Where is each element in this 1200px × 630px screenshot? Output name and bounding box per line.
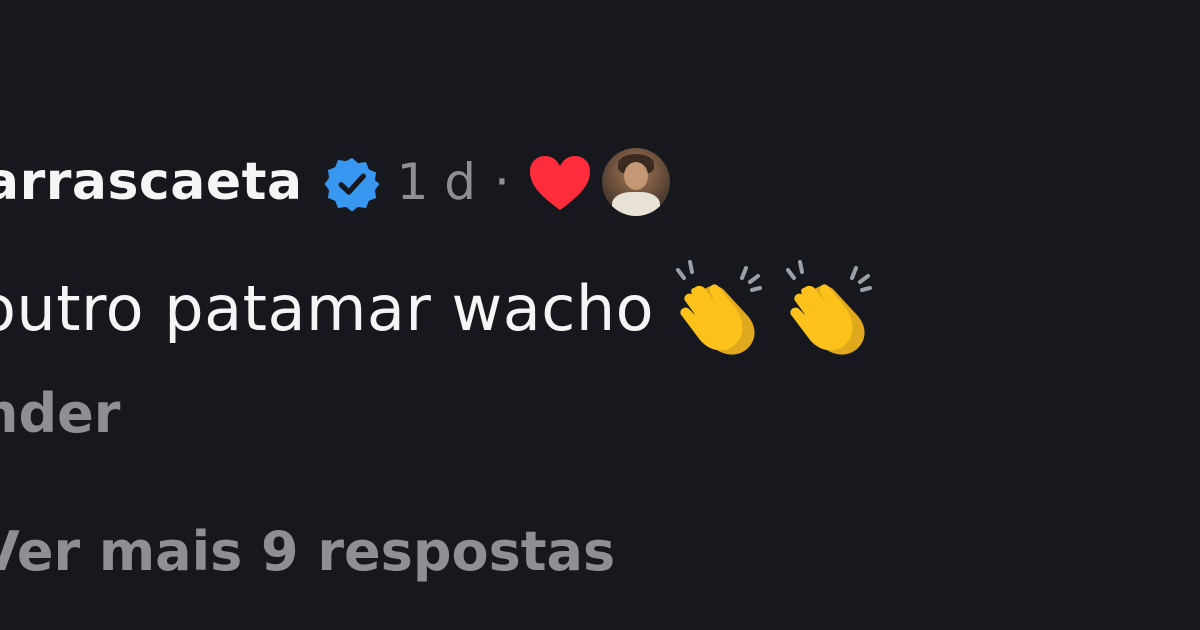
username[interactable]: arrascaeta — [0, 152, 303, 212]
clapping-hands-icon — [782, 258, 878, 358]
heart-icon — [528, 154, 592, 212]
comment-header: arrascaeta 1 d · — [0, 148, 670, 216]
comment-item: arrascaeta 1 d · outro patamar wacho der… — [0, 0, 1200, 630]
comment-text: outro patamar wacho — [0, 271, 655, 345]
reply-button[interactable]: nder — [0, 382, 120, 445]
view-more-replies-button[interactable]: Ver mais 9 respostas — [0, 520, 615, 583]
verified-badge-icon — [323, 155, 381, 213]
comment-body: outro patamar wacho — [0, 258, 878, 358]
author-avatar — [601, 148, 670, 216]
clapping-hands-icon — [672, 258, 768, 358]
comment-timestamp: 1 d — [396, 153, 477, 211]
separator-dot: · — [494, 153, 510, 211]
